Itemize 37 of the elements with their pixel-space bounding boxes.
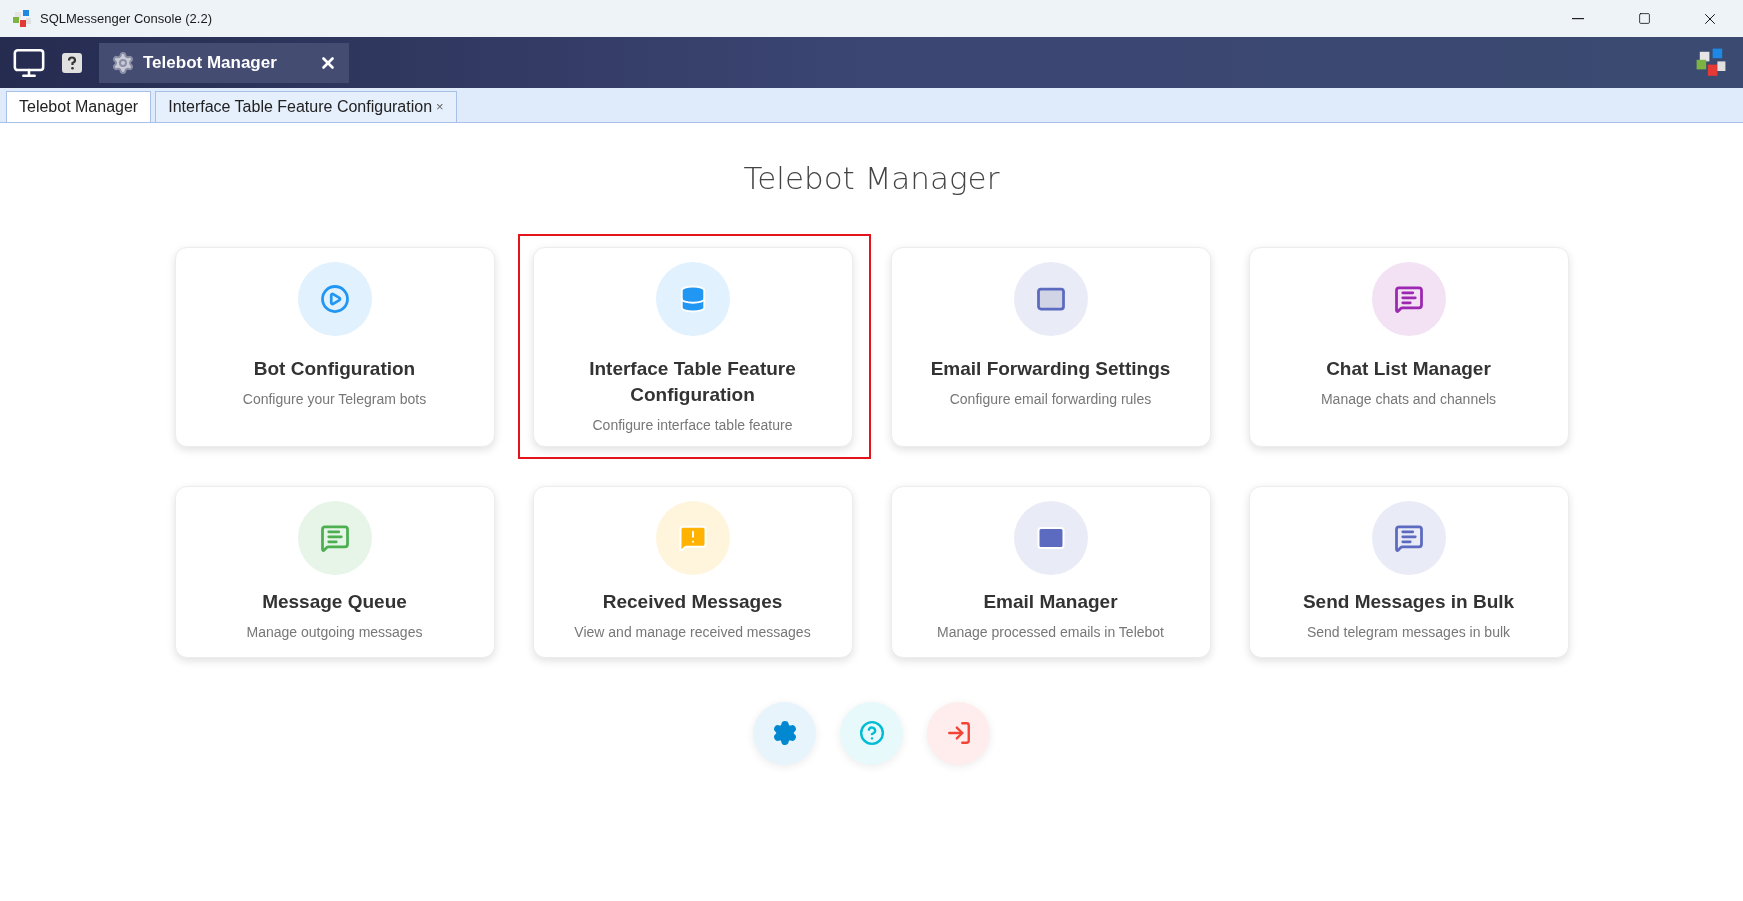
feature-card[interactable]: Message Queue Manage outgoing messages [174, 485, 495, 658]
maximize-icon [1637, 12, 1651, 25]
gear-icon [111, 50, 135, 75]
card-title: Bot Configuration [252, 356, 417, 381]
card-title: Interface Table Feature Configuration [588, 356, 797, 407]
card-subtitle: Configure email forwarding rules [949, 389, 1152, 409]
card-title: Received Messages [601, 589, 784, 614]
feature-card[interactable]: Received Messages View and manage received messages [532, 485, 853, 658]
window-title: SQLMessenger Console (2.2) [40, 9, 212, 28]
card-title: Email Forwarding Settings [929, 356, 1172, 381]
feature-card[interactable]: Send Messages in Bulk Send telegram messages in bulk [1248, 485, 1569, 658]
app-logo-icon [1695, 46, 1727, 79]
tab[interactable]: Interface Table Feature Configuration × [155, 91, 457, 122]
help-icon[interactable] [62, 52, 82, 73]
feature-card[interactable]: Bot Configuration Configure your Telegram bots [174, 246, 495, 447]
feature-card[interactable]: Email Forwarding Settings Configure email forwarding rules [890, 246, 1211, 447]
card-title: Message Queue [261, 589, 408, 614]
tab[interactable]: Telebot Manager [6, 91, 152, 122]
card-subtitle: Configure interface table feature [592, 415, 793, 435]
toolbar-tab-label: Telebot Manager [143, 51, 277, 74]
card-subtitle: Manage chats and channels [1320, 389, 1497, 409]
card-subtitle: Manage outgoing messages [246, 622, 423, 642]
card-subtitle: Manage processed emails in Telebot [937, 622, 1164, 642]
card-title: Email Manager [982, 589, 1119, 614]
card-title: Send Messages in Bulk [1301, 589, 1516, 614]
feature-card[interactable]: Interface Table Feature Configuration Configure interface table feature [532, 246, 853, 447]
app-logo-icon [12, 8, 32, 29]
tab-close-button[interactable]: × [436, 97, 444, 117]
card-subtitle: View and manage received messages [574, 622, 811, 642]
feature-card[interactable]: Chat List Manager Manage chats and channels [1248, 246, 1569, 447]
minimize-icon [1572, 17, 1584, 20]
card-subtitle: Configure your Telegram bots [242, 389, 427, 409]
card-subtitle: Send telegram messages in bulk [1306, 622, 1511, 642]
page-heading: Telebot Manager [743, 159, 1000, 198]
feature-card[interactable]: Email Manager Manage processed emails in Telebot [890, 485, 1211, 658]
toolbar-tab[interactable]: Telebot Manager [99, 42, 349, 83]
card-title: Chat List Manager [1325, 356, 1492, 381]
